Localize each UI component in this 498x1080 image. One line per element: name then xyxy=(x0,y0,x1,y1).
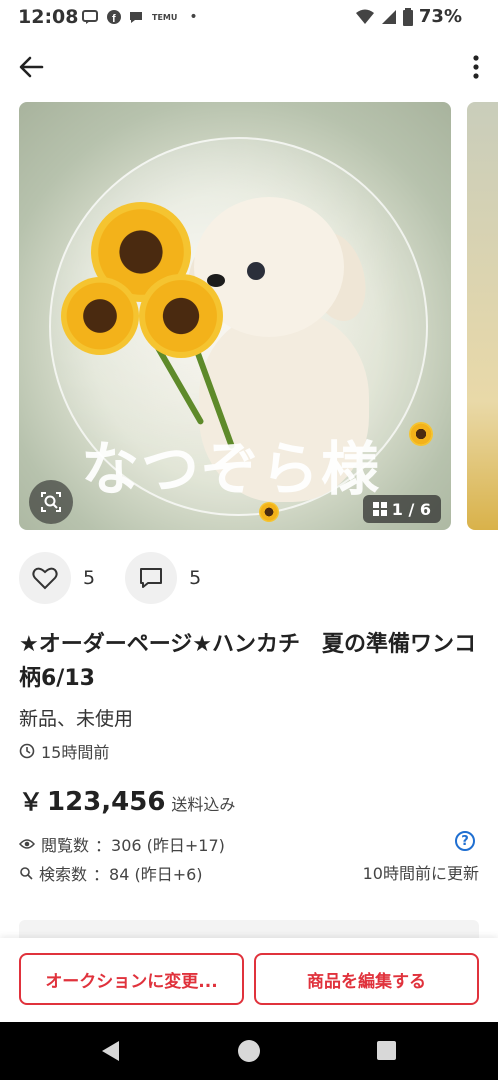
eye-icon xyxy=(19,839,35,849)
wifi-icon xyxy=(355,9,374,24)
more-options-icon[interactable] xyxy=(472,54,480,80)
nav-recents-icon[interactable] xyxy=(377,1041,396,1060)
temu-icon: TEMU xyxy=(152,12,178,22)
like-button[interactable] xyxy=(19,552,71,604)
heart-icon xyxy=(32,567,58,590)
grid-icon xyxy=(372,502,387,516)
status-right: 73% xyxy=(355,6,462,27)
bottom-action-bar: オークションに変更... 商品を編集する xyxy=(0,938,498,1022)
dot-icon: • xyxy=(189,9,198,25)
views-value: ：306 (昨日+17) xyxy=(95,836,225,855)
facebook-icon: f xyxy=(107,10,121,25)
back-arrow-icon[interactable] xyxy=(16,52,46,82)
nav-back-icon[interactable] xyxy=(102,1041,119,1061)
product-image[interactable]: なつぞら様 1 / 6 xyxy=(19,102,451,530)
views-stat: 閲覧数 ：306 (昨日+17) xyxy=(19,832,225,856)
product-title: ★オーダーページ★ハンカチ 夏の準備ワンコ柄6/13 xyxy=(19,632,477,691)
nav-home-icon[interactable] xyxy=(238,1040,260,1062)
edit-item-button[interactable]: 商品を編集する xyxy=(254,953,479,1005)
search-icon xyxy=(20,867,33,880)
shipping-included: 送料込み xyxy=(171,795,236,814)
image-search-button[interactable] xyxy=(29,480,73,524)
image-sunflower xyxy=(61,277,139,355)
image-sunflower xyxy=(139,274,223,358)
product-condition: 新品、未使用 xyxy=(19,708,134,730)
notification-icons: f TEMU • xyxy=(82,9,198,25)
image-watermark: なつぞら様 xyxy=(81,435,382,503)
like-count: 5 xyxy=(83,567,96,589)
searches-stat: 検索数 ：84 (昨日+6) xyxy=(19,861,203,885)
engagement-row: 5 5 xyxy=(19,552,231,604)
image-sunflower xyxy=(409,422,433,446)
comment-count: 5 xyxy=(189,567,202,589)
posted-time-text: 15時間前 xyxy=(41,743,110,762)
comment-button[interactable] xyxy=(125,552,178,604)
status-time: 12:08 xyxy=(18,6,79,28)
updated-time: 10時間前に更新 xyxy=(362,864,479,883)
price-symbol: ￥ xyxy=(19,788,43,816)
price-amount: 123,456 xyxy=(47,787,166,817)
image-counter-text: 1 / 6 xyxy=(391,499,431,519)
price: ￥ 123,456 送料込み xyxy=(19,782,235,817)
change-to-auction-button[interactable]: オークションに変更... xyxy=(19,953,244,1005)
system-nav-bar xyxy=(0,1022,498,1080)
status-bar: 12:08 f TEMU • 73% xyxy=(0,0,498,36)
signal-icon xyxy=(381,9,396,24)
views-label: 閲覧数 xyxy=(41,836,90,855)
searches-value: ：84 (昨日+6) xyxy=(93,865,203,884)
clock-icon xyxy=(19,743,35,759)
chat-icon xyxy=(130,12,142,23)
svg-text:f: f xyxy=(112,13,116,25)
image-dog-eye xyxy=(247,262,265,280)
battery-percent: 73% xyxy=(418,6,462,27)
app-bar xyxy=(0,44,498,90)
comment-icon xyxy=(140,568,163,588)
battery-icon xyxy=(402,7,413,26)
image-counter[interactable]: 1 / 6 xyxy=(362,495,441,523)
searches-label: 検索数 xyxy=(39,865,88,884)
image-search-icon xyxy=(41,492,61,512)
message-icon xyxy=(82,10,98,24)
posted-time: 15時間前 xyxy=(19,739,109,763)
help-icon[interactable]: ? xyxy=(455,831,475,851)
next-image-peek[interactable] xyxy=(467,102,498,530)
